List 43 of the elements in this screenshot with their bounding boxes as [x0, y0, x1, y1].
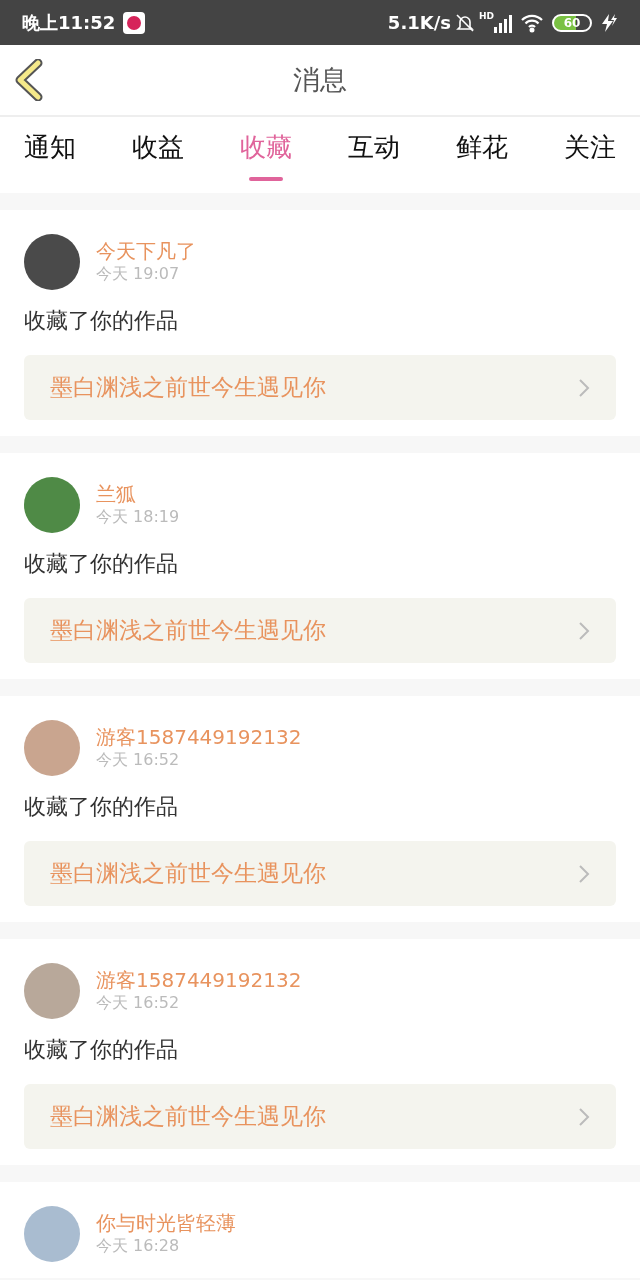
signal-type-label: HD [479, 10, 494, 23]
page-title: 消息 [293, 62, 347, 97]
avatar-placeholder [24, 1206, 80, 1262]
chevron-right-icon [578, 620, 590, 641]
message-time: 今天 16:52 [96, 749, 181, 771]
message-text: 收藏了你的作品 [24, 307, 179, 335]
avatar-placeholder [24, 477, 80, 533]
message-time: 今天 18:19 [96, 506, 180, 528]
work-link[interactable]: 墨白渊浅之前世今生遇见你 [24, 841, 616, 906]
message-time: 今天 16:28 [96, 1235, 181, 1257]
muted-bell-icon [455, 12, 475, 33]
status-time: 晚上11:52 [22, 11, 116, 35]
chevron-right-icon [578, 377, 590, 398]
tab[interactable]: 通知 [4, 117, 96, 177]
message-time: 今天 19:07 [96, 263, 181, 285]
tab[interactable]: 互动 [328, 117, 420, 177]
username-link[interactable]: 兰狐 [96, 482, 180, 506]
work-link[interactable]: 墨白渊浅之前世今生遇见你 [24, 355, 616, 420]
avatar-placeholder [24, 234, 80, 290]
message-text: 收藏了你的作品 [24, 550, 179, 578]
wifi-icon [520, 12, 544, 33]
app-notification-icon [123, 11, 146, 34]
charging-icon [600, 12, 618, 33]
chevron-right-icon [578, 863, 590, 884]
username-link[interactable]: 你与时光皆轻薄 [96, 1211, 236, 1235]
tab[interactable]: 收藏 [220, 117, 312, 177]
signal-icon [494, 12, 512, 33]
tab[interactable]: 鲜花 [436, 117, 528, 177]
work-link[interactable]: 墨白渊浅之前世今生遇见你 [24, 598, 616, 663]
message-time: 今天 16:52 [96, 992, 181, 1014]
tab[interactable]: 收益 [112, 117, 204, 177]
avatar-placeholder [24, 963, 80, 1019]
work-link[interactable]: 墨白渊浅之前世今生遇见你 [24, 1084, 616, 1149]
tab-underline [249, 177, 283, 181]
message-text: 收藏了你的作品 [24, 793, 179, 821]
network-speed: 5.1K/s [387, 11, 451, 35]
username-link[interactable]: 今天下凡了 [96, 239, 196, 263]
message-text: 收藏了你的作品 [24, 1036, 179, 1064]
avatar-placeholder [24, 720, 80, 776]
chevron-right-icon [578, 1106, 590, 1127]
username-link[interactable]: 游客1587449192132 [96, 725, 302, 749]
username-link[interactable]: 游客1587449192132 [96, 968, 302, 992]
tab[interactable]: 关注 [544, 117, 636, 177]
